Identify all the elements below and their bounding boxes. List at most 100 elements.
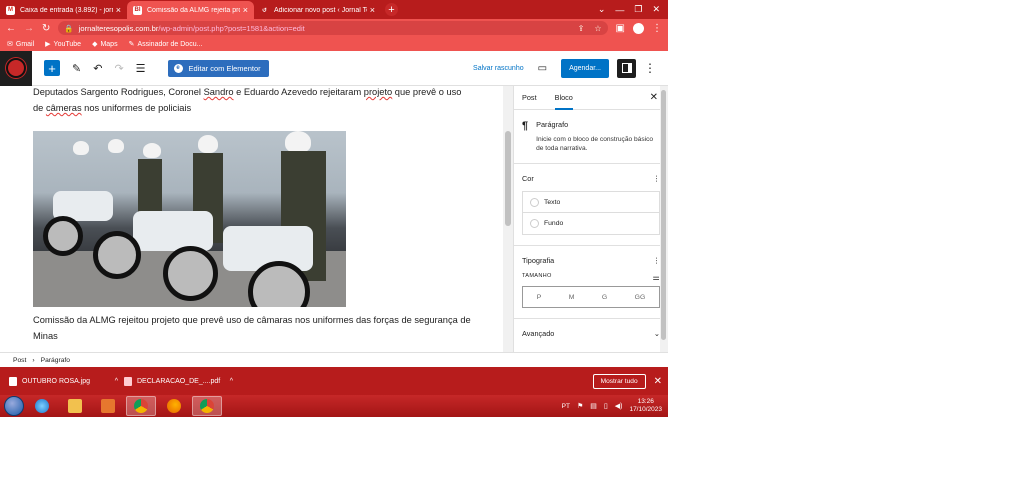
download-item[interactable]: DECLARACAO_DE_....pdf ^ xyxy=(124,376,239,386)
site-logo[interactable] xyxy=(0,50,32,86)
advanced-section[interactable]: Avançado ⌄ xyxy=(514,319,668,348)
size-option[interactable]: GG xyxy=(635,294,646,301)
tab-title: Caixa de entrada (3.892) - jornalt xyxy=(20,6,113,14)
download-item[interactable]: OUTUBRO ROSA.jpg ^ xyxy=(9,376,124,386)
taskbar-explorer[interactable] xyxy=(60,396,90,416)
taskbar-firefox[interactable] xyxy=(159,396,189,416)
clock[interactable]: 13:26 17/10/2023 xyxy=(629,398,662,414)
star-icon[interactable]: ☆ xyxy=(594,24,601,33)
tab-post[interactable]: Post xyxy=(522,93,537,102)
maximize-icon[interactable]: ❐ xyxy=(634,4,642,15)
address-bar[interactable]: 🔒 jornalteresopolis.com.br /wp-admin/pos… xyxy=(58,21,608,35)
color-text-option[interactable]: Texto xyxy=(523,192,659,213)
bookmark-maps[interactable]: ◆ Maps xyxy=(92,40,118,49)
tab-almg[interactable]: Bl Comissão da ALMG rejeita projet × xyxy=(127,1,254,19)
flag-icon[interactable]: ⚑ xyxy=(577,402,583,410)
taskbar-chrome-2[interactable] xyxy=(192,396,222,416)
taskbar-ie[interactable] xyxy=(27,396,57,416)
edit-with-elementor-button[interactable]: e Editar com Elementor xyxy=(167,59,269,77)
caption-bottom[interactable]: Comissão da ALMG rejeitou projeto que pr… xyxy=(33,312,488,344)
chevron-up-icon[interactable]: ^ xyxy=(115,378,118,385)
minimize-icon[interactable]: — xyxy=(615,5,624,15)
save-draft-link[interactable]: Salvar rascunho xyxy=(473,65,524,72)
panel-scrollbar[interactable] xyxy=(660,86,668,352)
canvas-scrollbar[interactable] xyxy=(503,86,513,352)
swatch-icon xyxy=(530,197,539,207)
share-icon[interactable]: ⇪ xyxy=(578,24,585,33)
photo-helmet xyxy=(143,143,161,158)
forward-icon[interactable]: → xyxy=(24,23,34,34)
photo-wheel xyxy=(93,231,141,279)
caption-text: nos uniformes de policiais xyxy=(81,103,192,113)
system-tray: PT ⚑ ▤ ▯ ◀) 13:26 17/10/2023 xyxy=(562,398,668,414)
list-view-icon[interactable]: ☰ xyxy=(136,62,146,75)
tab-new-post[interactable]: ↺ Adicionar novo post ‹ Jornal Tere × xyxy=(254,1,381,19)
chrome-icon xyxy=(134,399,148,413)
editor-canvas[interactable]: Deputados Sargento Rodrigues, Coronel Sa… xyxy=(0,86,503,352)
close-icon[interactable]: × xyxy=(370,5,375,15)
volume-icon[interactable]: ◀) xyxy=(615,402,623,410)
bookmark-assinador[interactable]: ✎ Assinador de Docu... xyxy=(129,40,203,49)
options-menu-icon[interactable]: ⋮ xyxy=(644,61,656,75)
tab-gmail[interactable]: M Caixa de entrada (3.892) - jornalt × xyxy=(0,1,127,19)
photo-helmet xyxy=(73,141,89,155)
chevron-up-icon[interactable]: ^ xyxy=(230,378,233,385)
post-image[interactable] xyxy=(33,131,346,307)
redo-icon[interactable]: ↷ xyxy=(114,62,123,75)
color-bg-option[interactable]: Fundo xyxy=(523,213,659,234)
taskbar-chrome[interactable] xyxy=(126,396,156,416)
photo-wheel xyxy=(163,246,218,301)
size-option[interactable]: P xyxy=(537,294,542,301)
site-icon: Bl xyxy=(133,5,142,15)
new-tab-button[interactable]: + xyxy=(385,3,398,16)
start-button[interactable] xyxy=(4,396,24,416)
language-indicator[interactable]: PT xyxy=(562,403,570,410)
back-icon[interactable]: ← xyxy=(6,23,16,34)
bookmark-gmail[interactable]: ✉ Gmail xyxy=(7,40,34,49)
photo-wheel xyxy=(43,216,83,256)
scrollbar-thumb[interactable] xyxy=(661,90,666,340)
close-window-icon[interactable]: ✕ xyxy=(652,4,660,15)
avatar[interactable] xyxy=(633,22,644,34)
scrollbar-thumb[interactable] xyxy=(505,131,511,226)
size-option[interactable]: G xyxy=(602,294,607,301)
folder-icon xyxy=(68,399,82,413)
network-icon[interactable]: ▤ xyxy=(590,402,597,410)
caption-top[interactable]: Deputados Sargento Rodrigues, Coronel Sa… xyxy=(33,86,488,116)
options-icon[interactable]: ⋮ xyxy=(653,256,660,265)
bookmark-youtube[interactable]: ▶ YouTube xyxy=(45,40,81,49)
youtube-icon: ▶ xyxy=(45,41,51,48)
undo-icon[interactable]: ↶ xyxy=(93,62,102,75)
color-options: Texto Fundo xyxy=(522,191,660,235)
menu-icon[interactable]: ⋮ xyxy=(652,23,662,34)
editor-actions: Salvar rascunho ▭ Agendar... ⋮ xyxy=(473,58,668,78)
breadcrumb-item[interactable]: Post xyxy=(13,357,26,364)
close-icon[interactable]: ✕ xyxy=(654,376,662,387)
pen-tool-icon[interactable]: ✎ xyxy=(72,62,81,75)
schedule-button[interactable]: Agendar... xyxy=(561,58,609,78)
show-all-button[interactable]: Mostrar tudo xyxy=(592,373,646,389)
bookmarks-bar: ✉ Gmail ▶ YouTube ◆ Maps ✎ Assinador de Docu… xyxy=(0,37,668,51)
caption-text: câmeras xyxy=(45,103,82,113)
size-option[interactable]: M xyxy=(569,294,575,301)
tab-block[interactable]: Bloco xyxy=(554,86,573,110)
tab-search-icon[interactable]: ⌄ xyxy=(598,4,606,15)
options-icon[interactable]: ⋮ xyxy=(653,174,660,183)
custom-size-icon[interactable]: ⚌ xyxy=(653,273,660,282)
close-icon[interactable]: ✕ xyxy=(650,92,658,103)
sidebar-icon xyxy=(621,63,632,73)
battery-icon[interactable]: ▯ xyxy=(604,402,608,410)
settings-toggle-button[interactable] xyxy=(617,58,636,78)
taskbar-media[interactable] xyxy=(93,396,123,416)
breadcrumb-item[interactable]: Parágrafo xyxy=(41,357,70,364)
browser-tab-bar: M Caixa de entrada (3.892) - jornalt × B… xyxy=(0,0,668,19)
reload-icon[interactable]: ↻ xyxy=(42,23,50,34)
close-icon[interactable]: × xyxy=(243,5,248,15)
address-toolbar: ← → ↻ 🔒 jornalteresopolis.com.br /wp-adm… xyxy=(0,19,668,37)
preview-icon[interactable]: ▭ xyxy=(538,63,547,74)
side-panel-icon[interactable]: ▣ xyxy=(616,23,625,34)
block-name: Parágrafo xyxy=(536,120,569,129)
add-block-button[interactable]: + xyxy=(44,60,60,76)
close-icon[interactable]: × xyxy=(116,5,121,15)
photo-helmet xyxy=(108,139,124,153)
